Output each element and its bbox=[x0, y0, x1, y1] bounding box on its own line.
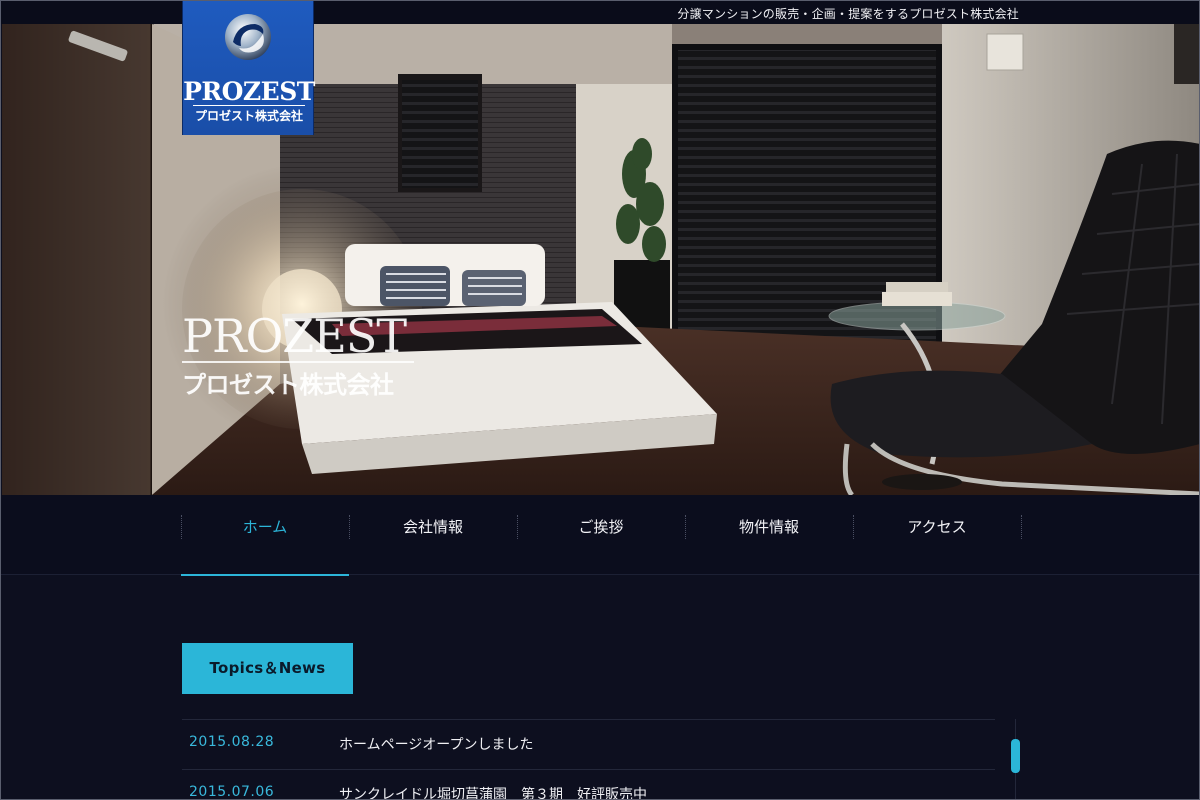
news-title[interactable]: サンクレイドル堀切菖蒲園 第３期 好評販売中 bbox=[339, 784, 647, 799]
page-frame: 分譲マンションの販売・企画・提案をするプロゼスト株式会社 PROZEST プロゼ… bbox=[0, 0, 1200, 800]
news-date: 2015.07.06 bbox=[189, 784, 275, 800]
site-tagline: 分譲マンションの販売・企画・提案をするプロゼスト株式会社 bbox=[677, 7, 1019, 21]
main-nav: ホーム 会社情報 ご挨拶 物件情報 アクセス bbox=[1, 495, 1199, 576]
nav-item-greeting[interactable]: ご挨拶 bbox=[517, 515, 685, 575]
nav-item-properties[interactable]: 物件情報 bbox=[685, 515, 853, 575]
news-item[interactable]: 2015.08.28 ホームページオープンしました bbox=[182, 719, 995, 769]
logo-subtitle: プロゼスト株式会社 bbox=[194, 109, 303, 123]
nav-item-company[interactable]: 会社情報 bbox=[349, 515, 517, 575]
nav-separator bbox=[1021, 515, 1022, 539]
nav-item-home[interactable]: ホーム bbox=[181, 515, 349, 576]
hero-brand-sub: プロゼスト株式会社 bbox=[182, 370, 394, 399]
news-scroll-thumb[interactable] bbox=[1011, 739, 1020, 773]
topics-news-button[interactable]: Topics＆News bbox=[182, 643, 353, 694]
news-list: 2015.08.28 ホームページオープンしました 2015.07.06 サンク… bbox=[182, 719, 995, 800]
logo-rule bbox=[193, 105, 305, 106]
news-date: 2015.08.28 bbox=[189, 734, 275, 750]
news-item[interactable]: 2015.07.06 サンクレイドル堀切菖蒲園 第３期 好評販売中 bbox=[182, 769, 995, 800]
nav-item-access[interactable]: アクセス bbox=[853, 515, 1021, 575]
prozest-emblem-icon bbox=[225, 14, 271, 60]
site-logo[interactable]: PROZEST プロゼスト株式会社 bbox=[182, 1, 315, 135]
news-title[interactable]: ホームページオープンしました bbox=[339, 734, 533, 754]
top-bar: 分譲マンションの販売・企画・提案をするプロゼスト株式会社 bbox=[1, 1, 1199, 24]
logo-name: PROZEST bbox=[183, 77, 315, 106]
hero-brand: PROZEST プロゼスト株式会社 bbox=[182, 312, 422, 400]
hero-brand-name: PROZEST bbox=[182, 309, 407, 363]
